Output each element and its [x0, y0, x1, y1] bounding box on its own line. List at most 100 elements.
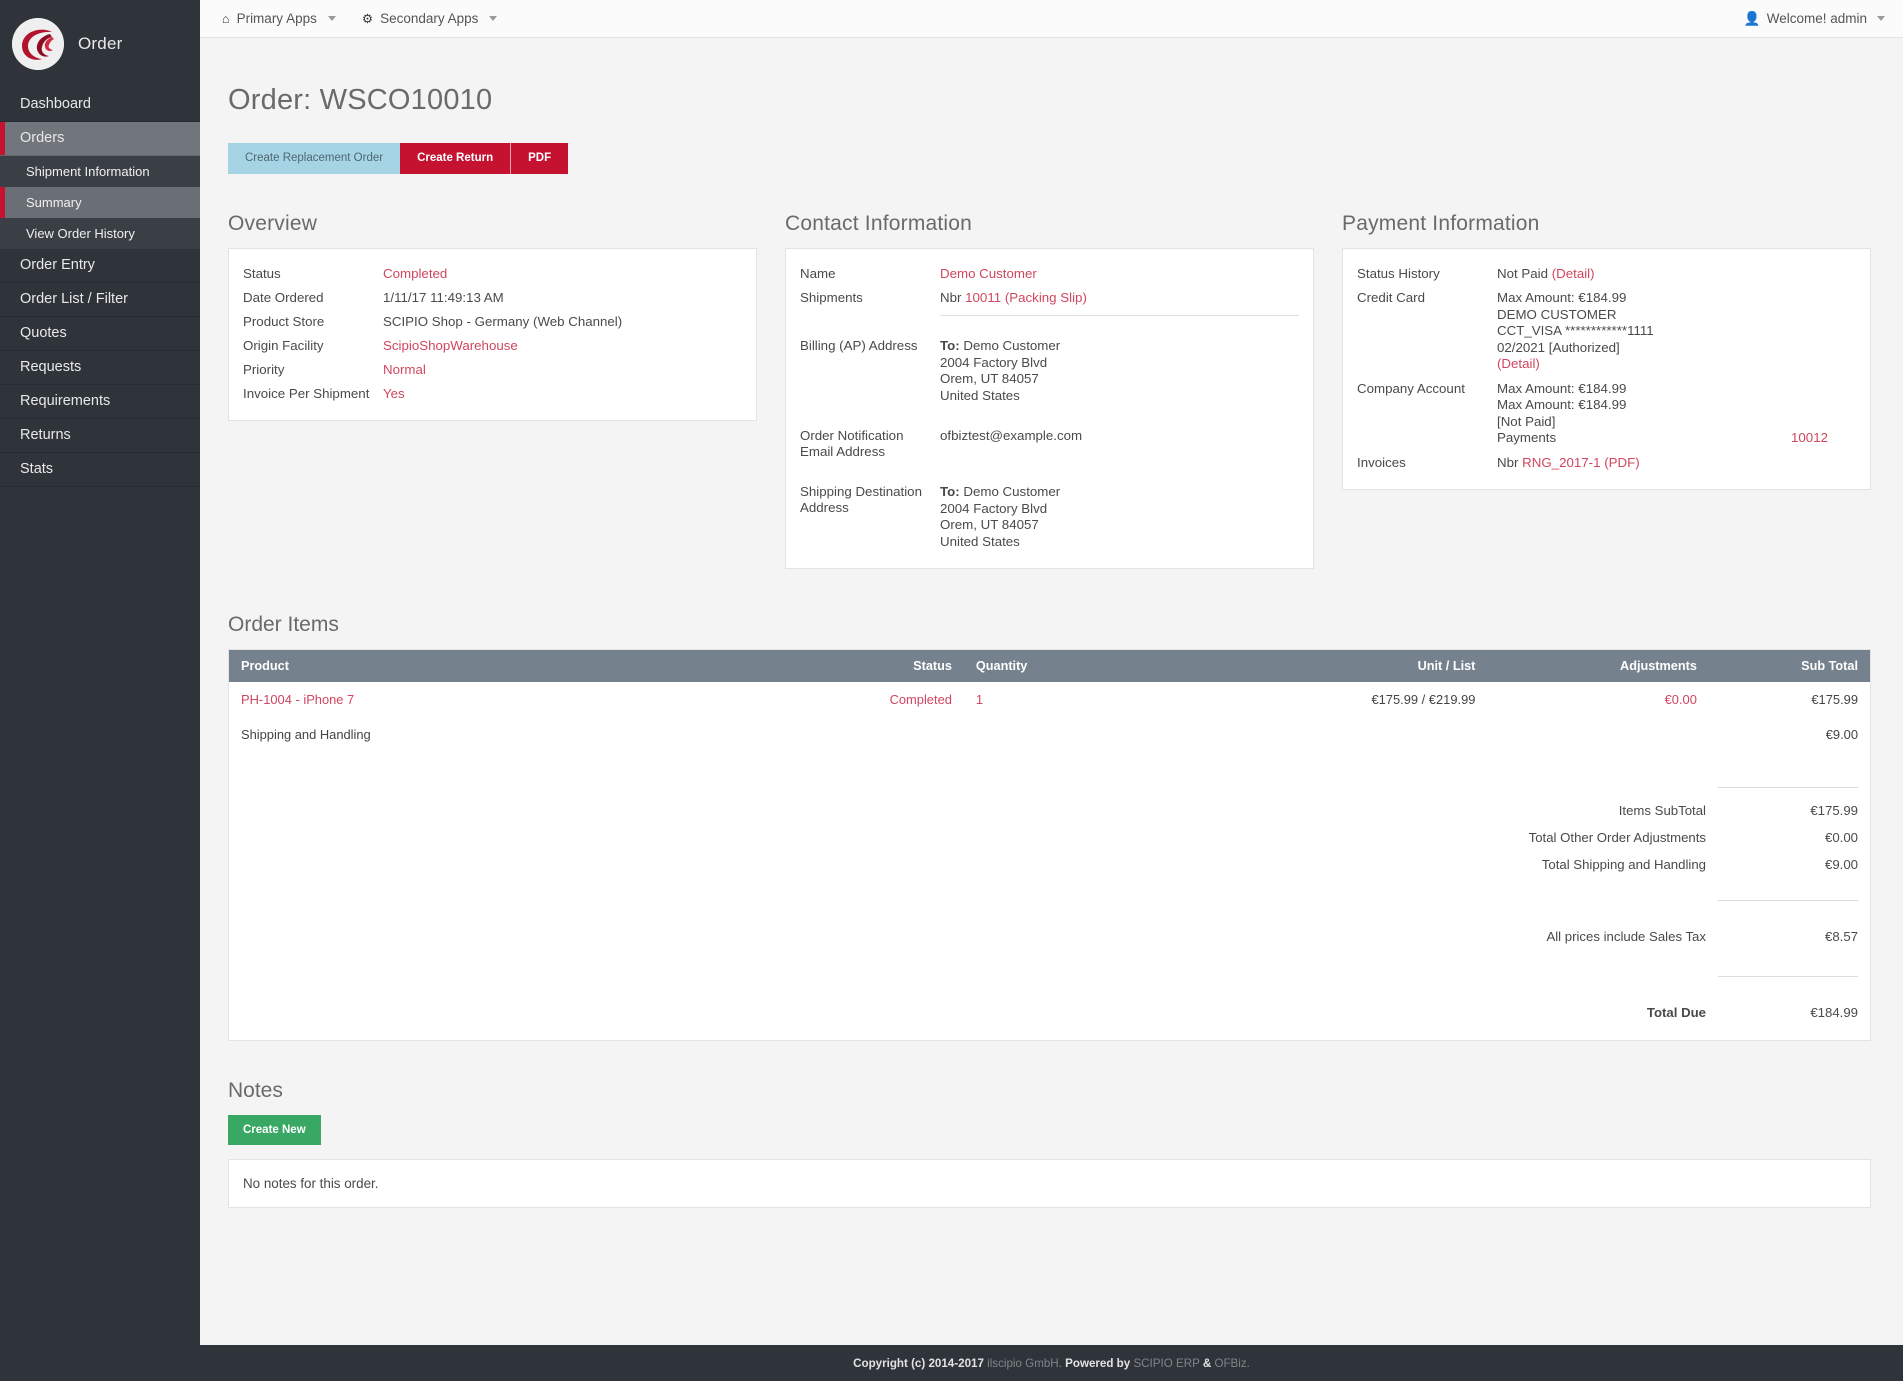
footer-erp-link[interactable]: SCIPIO ERP	[1133, 1357, 1199, 1370]
item-quantity-link[interactable]: 1	[976, 692, 983, 707]
invoice-pdf-link[interactable]: (PDF)	[1604, 455, 1639, 470]
sidebar-item-label: Order List / Filter	[20, 291, 128, 307]
item-adjustments-link[interactable]: €0.00	[1665, 692, 1697, 707]
table-row: Shipping and Handling €9.00	[229, 717, 1870, 752]
welcome-label: Welcome! admin	[1767, 11, 1867, 26]
primary-apps-menu[interactable]: ⌂ Primary Apps	[222, 11, 336, 26]
topbar-left: ⌂ Primary Apps ⚙ Secondary Apps	[222, 11, 497, 26]
totals-divider	[229, 878, 1870, 923]
sidebar-item-label: Dashboard	[20, 96, 91, 112]
payment-value: Max Amount: €184.99 DEMO CUSTOMER CCT_VI…	[1497, 286, 1856, 377]
shipping-name: Demo Customer	[963, 484, 1060, 499]
create-replacement-order-button[interactable]: Create Replacement Order	[228, 143, 400, 174]
total-due-value: €184.99	[1718, 999, 1870, 1026]
shipment-nbr-link[interactable]: 10011	[965, 290, 1001, 305]
origin-facility-link[interactable]: ScipioShopWarehouse	[383, 338, 518, 353]
action-button-row: Create Replacement Order Create Return P…	[228, 143, 1871, 174]
overview-label: Priority	[243, 358, 383, 382]
footer-powered-by: Powered by	[1065, 1357, 1130, 1370]
credit-card-holder: DEMO CUSTOMER	[1497, 307, 1856, 324]
customer-name-link[interactable]: Demo Customer	[940, 266, 1037, 281]
sidebar-item-order-list-filter[interactable]: Order List / Filter	[0, 283, 200, 317]
overview-label: Invoice Per Shipment	[243, 382, 383, 406]
cell-sub-total: €175.99	[1709, 682, 1870, 717]
sidebar-item-label: Summary	[26, 195, 82, 210]
product-link[interactable]: PH-1004 - iPhone 7	[241, 692, 354, 707]
cell-quantity: 1	[964, 682, 1266, 717]
sidebar-item-order-entry[interactable]: Order Entry	[0, 249, 200, 283]
totals-value: €175.99	[1718, 797, 1870, 824]
sidebar-item-summary[interactable]: Summary	[0, 187, 200, 218]
sidebar-item-requests[interactable]: Requests	[0, 351, 200, 385]
footer-company: ilscipio GmbH.	[987, 1357, 1062, 1370]
scipio-swirl-logo-icon	[12, 18, 64, 70]
sidebar-item-orders[interactable]: Orders	[0, 122, 200, 156]
user-menu[interactable]: 👤 Welcome! admin	[1744, 11, 1885, 27]
overview-row-date-ordered: Date Ordered 1/11/17 11:49:13 AM	[243, 286, 742, 310]
item-status-link[interactable]: Completed	[890, 692, 952, 707]
sidebar-item-label: Requests	[20, 359, 81, 375]
topbar: ⌂ Primary Apps ⚙ Secondary Apps 👤 Welcom…	[200, 0, 1903, 38]
footer-copyright: Copyright (c) 2014-2017	[853, 1357, 984, 1370]
priority-link[interactable]: Normal	[383, 362, 426, 377]
create-return-button[interactable]: Create Return	[400, 143, 510, 174]
credit-card-max-amount: Max Amount: €184.99	[1497, 290, 1856, 307]
chevron-down-icon	[328, 16, 336, 21]
invoices-prefix: Nbr	[1497, 455, 1518, 470]
totals-divider	[229, 950, 1870, 999]
payment-value: Not Paid (Detail)	[1497, 262, 1856, 286]
overview-row-priority: Priority Normal	[243, 358, 742, 382]
contact-value: Demo Customer	[940, 262, 1299, 286]
create-new-note-button[interactable]: Create New	[228, 1115, 321, 1145]
shipping-country: United States	[940, 534, 1299, 551]
contact-value: To: Demo Customer 2004 Factory Blvd Orem…	[940, 480, 1299, 554]
sidebar-item-stats[interactable]: Stats	[0, 453, 200, 487]
contact-label: Shipping Destination Address	[800, 480, 940, 554]
sidebar-item-view-order-history[interactable]: View Order History	[0, 218, 200, 249]
table-row: PH-1004 - iPhone 7 Completed 1 €175.99 /…	[229, 682, 1870, 717]
sidebar-item-dashboard[interactable]: Dashboard	[0, 88, 200, 122]
pdf-button[interactable]: PDF	[510, 143, 568, 174]
sidebar-item-label: Returns	[20, 427, 71, 443]
divider	[940, 315, 1299, 316]
payment-row-company-account: Company Account Max Amount: €184.99 Max …	[1357, 377, 1856, 451]
totals-label: Items SubTotal	[229, 797, 1718, 824]
totals-row-shipping-handling: Total Shipping and Handling €9.00	[229, 851, 1870, 878]
invoice-per-shipment-link[interactable]: Yes	[383, 386, 405, 401]
contact-row-shipping-address: Shipping Destination Address To: Demo Cu…	[800, 480, 1299, 554]
sidebar-nav: Dashboard Orders Shipment Information Su…	[0, 88, 200, 487]
sidebar-item-label: Shipment Information	[26, 164, 150, 179]
gear-icon: ⚙	[362, 11, 373, 26]
col-header-sub-total: Sub Total	[1709, 650, 1870, 682]
spacer-row	[229, 752, 1870, 778]
payment-row-status-history: Status History Not Paid (Detail)	[1357, 262, 1856, 286]
sidebar-item-quotes[interactable]: Quotes	[0, 317, 200, 351]
secondary-apps-label: Secondary Apps	[380, 11, 478, 26]
status-link[interactable]: Completed	[383, 266, 447, 281]
divider	[1718, 976, 1858, 977]
totals-row-total-due: Total Due €184.99	[229, 999, 1870, 1026]
invoice-nbr-link[interactable]: RNG_2017-1	[1522, 455, 1600, 470]
status-history-detail-link[interactable]: (Detail)	[1552, 266, 1595, 281]
overview-label: Status	[243, 262, 383, 286]
payments-label: Payments	[1497, 430, 1556, 447]
totals-row-other-adjustments: Total Other Order Adjustments €0.00	[229, 824, 1870, 851]
company-account-status: [Not Paid]	[1497, 414, 1856, 431]
payment-label: Credit Card	[1357, 286, 1497, 377]
order-items-table-wrapper: Product Status Quantity Unit / List Adju…	[228, 649, 1871, 1041]
sidebar-item-shipment-information[interactable]: Shipment Information	[0, 156, 200, 187]
totals-label: Total Shipping and Handling	[229, 851, 1718, 878]
sidebar-item-requirements[interactable]: Requirements	[0, 385, 200, 419]
secondary-apps-menu[interactable]: ⚙ Secondary Apps	[362, 11, 498, 26]
footer-ofbiz-link[interactable]: OFBiz.	[1214, 1357, 1249, 1370]
overview-label: Date Ordered	[243, 286, 383, 310]
packing-slip-link[interactable]: (Packing Slip)	[1005, 290, 1087, 305]
sidebar-item-label: Requirements	[20, 393, 110, 409]
credit-card-detail-link[interactable]: (Detail)	[1497, 356, 1856, 373]
order-totals-table: Items SubTotal €175.99 Total Other Order…	[229, 778, 1870, 1026]
company-account-max-1: Max Amount: €184.99	[1497, 381, 1856, 398]
sidebar-item-returns[interactable]: Returns	[0, 419, 200, 453]
payments-value-link[interactable]: 10012	[1791, 430, 1856, 447]
brand[interactable]: Order	[0, 0, 200, 88]
notes-empty-text: No notes for this order.	[243, 1176, 378, 1191]
